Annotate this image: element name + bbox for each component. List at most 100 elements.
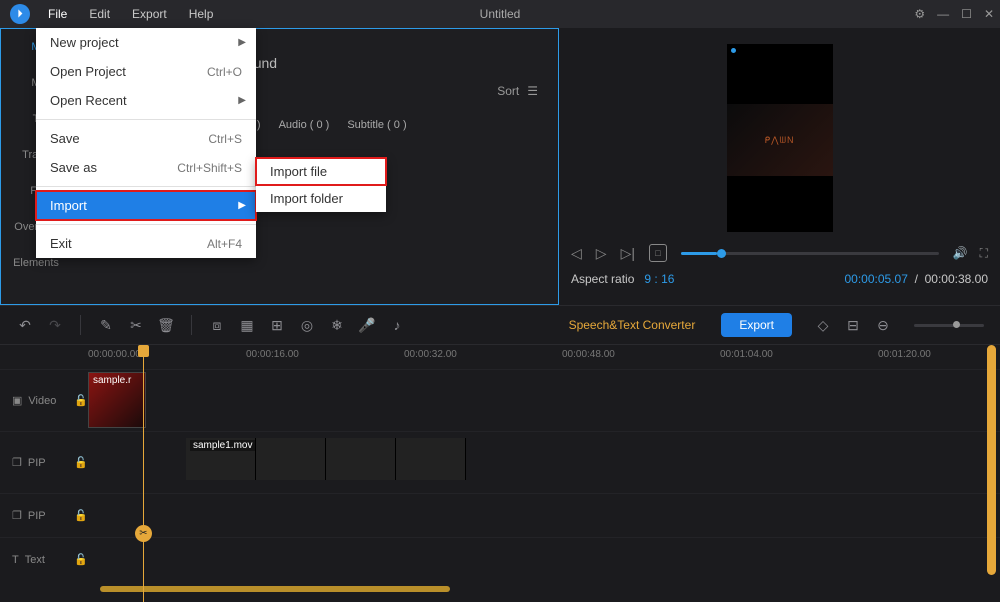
zoom-out-button[interactable]: ⊖ bbox=[874, 316, 892, 334]
menu-label: Open Recent bbox=[50, 93, 127, 108]
horizontal-scrollbar[interactable] bbox=[100, 586, 450, 592]
seek-fill bbox=[681, 252, 717, 255]
shortcut: Ctrl+O bbox=[207, 65, 242, 79]
ruler-tick: 00:01:20.00 bbox=[878, 349, 931, 360]
fullscreen-icon[interactable]: ⛶ bbox=[980, 246, 988, 261]
shortcut: Ctrl+Shift+S bbox=[177, 161, 242, 175]
timeline-clip-pip[interactable]: sample1.mov bbox=[186, 438, 466, 480]
play-button[interactable]: ▷ bbox=[596, 245, 607, 262]
sort-label: Sort bbox=[497, 84, 519, 98]
seek-bar[interactable] bbox=[681, 252, 939, 255]
app-logo-icon: ⏵ bbox=[10, 4, 30, 24]
cut-button[interactable]: ✂ bbox=[127, 316, 145, 334]
mosaic-button[interactable]: ▦ bbox=[238, 316, 256, 334]
menu-separator bbox=[36, 186, 256, 187]
menu-help[interactable]: Help bbox=[179, 3, 224, 25]
freeze-button[interactable]: ❄ bbox=[328, 316, 346, 334]
prev-frame-button[interactable]: ◁ bbox=[571, 245, 582, 262]
menu-open-recent[interactable]: Open Recent▶ bbox=[36, 86, 256, 115]
menu-exit[interactable]: Exit Alt+F4 bbox=[36, 229, 256, 258]
seek-thumb[interactable] bbox=[717, 249, 726, 258]
playhead-scissors-icon[interactable]: ✂ bbox=[135, 525, 152, 542]
split-screen-button[interactable]: ⊞ bbox=[268, 316, 286, 334]
preview-panel: ᑭ⋀ᗯN ◁ ▷ ▷| □ 🔊 ⛶ Aspect ratio 9 : 16 00… bbox=[559, 28, 1000, 305]
preview-viewport[interactable]: ᑭ⋀ᗯN bbox=[727, 44, 833, 232]
track-head: ❐ PIP bbox=[0, 509, 70, 522]
settings-icon[interactable]: ⚙ bbox=[914, 7, 925, 21]
track-head: T Text bbox=[0, 554, 70, 566]
track-head: ❐ PIP bbox=[0, 456, 70, 469]
menu-export[interactable]: Export bbox=[122, 3, 177, 25]
menu-import[interactable]: Import▶ bbox=[36, 191, 256, 220]
time-current: 00:00:05.07 bbox=[845, 272, 908, 286]
speech-text-converter-link[interactable]: Speech&Text Converter bbox=[569, 318, 696, 332]
clip-thumbnail bbox=[396, 438, 466, 480]
import-submenu: Import file Import folder bbox=[256, 158, 386, 212]
playhead[interactable]: ✂ bbox=[143, 345, 144, 602]
lock-icon[interactable]: 🔓 bbox=[74, 394, 86, 407]
redo-button[interactable]: ↷ bbox=[46, 316, 64, 334]
ruler-tick: 00:00:48.00 bbox=[562, 349, 615, 360]
maximize-icon[interactable]: ☐ bbox=[961, 7, 972, 21]
menu-import-folder[interactable]: Import folder bbox=[256, 185, 386, 212]
lock-icon[interactable]: 🔓 bbox=[74, 509, 86, 522]
menu-label: Exit bbox=[50, 236, 72, 251]
marker-button[interactable]: ◇ bbox=[814, 316, 832, 334]
lock-icon[interactable]: 🔓 bbox=[74, 456, 86, 469]
pip-track-icon: ❐ bbox=[12, 509, 22, 522]
minimize-icon[interactable]: — bbox=[937, 7, 949, 21]
menu-save-as[interactable]: Save as Ctrl+Shift+S bbox=[36, 153, 256, 182]
ruler-tick: 00:00:32.00 bbox=[404, 349, 457, 360]
menu-open-project[interactable]: Open ProjectCtrl+O bbox=[36, 57, 256, 86]
menu-import-file[interactable]: Import file bbox=[256, 158, 386, 185]
video-track-icon: ▣ bbox=[12, 394, 22, 407]
time-ruler[interactable]: 00:00:00.00 00:00:16.00 00:00:32.00 00:0… bbox=[88, 345, 1000, 369]
aspect-label: Aspect ratio bbox=[571, 272, 634, 286]
next-frame-button[interactable]: ▷| bbox=[621, 245, 635, 262]
close-icon[interactable]: ✕ bbox=[984, 7, 994, 21]
title-bar: ⏵ File Edit Export Help Untitled ⚙ — ☐ ✕ bbox=[0, 0, 1000, 28]
link-button[interactable]: ⊟ bbox=[844, 316, 862, 334]
menu-bar: File Edit Export Help bbox=[38, 3, 223, 25]
sort-control[interactable]: Sort ☰ bbox=[497, 84, 538, 98]
menu-edit[interactable]: Edit bbox=[79, 3, 120, 25]
audio-detach-button[interactable]: ♪ bbox=[388, 316, 406, 334]
zoom-thumb[interactable] bbox=[953, 321, 960, 328]
delete-button[interactable]: 🗑 bbox=[157, 316, 175, 334]
vertical-scrollbar[interactable] bbox=[987, 345, 996, 575]
menu-new-project[interactable]: New project▶ bbox=[36, 28, 256, 57]
edit-button[interactable]: ✎ bbox=[97, 316, 115, 334]
menu-label: Save bbox=[50, 131, 80, 146]
undo-button[interactable]: ↶ bbox=[16, 316, 34, 334]
zoom-slider[interactable] bbox=[914, 324, 984, 327]
player-controls: ◁ ▷ ▷| □ 🔊 ⛶ bbox=[571, 244, 988, 262]
track-video[interactable]: ▣ Video 🔓 sample.r bbox=[0, 369, 1000, 431]
crop-button[interactable]: ⧈ bbox=[208, 316, 226, 334]
track-label: Text bbox=[25, 554, 45, 566]
aspect-ratio-value[interactable]: 9 : 16 bbox=[644, 272, 674, 286]
menu-save[interactable]: SaveCtrl+S bbox=[36, 124, 256, 153]
shortcut: Alt+F4 bbox=[207, 237, 242, 251]
ruler-tick: 00:00:00.00 bbox=[88, 349, 141, 360]
editing-toolbar: ↶ ↷ ✎ ✂ 🗑 ⧈ ▦ ⊞ ◎ ❄ 🎤 ♪ Speech&Text Conv… bbox=[0, 305, 1000, 345]
menu-file[interactable]: File bbox=[38, 3, 77, 25]
list-icon: ☰ bbox=[527, 84, 538, 98]
track-pip[interactable]: ❐ PIP 🔓 sample1.mov bbox=[0, 431, 1000, 493]
toolbar-divider bbox=[80, 315, 81, 335]
snapshot-button[interactable]: ◎ bbox=[298, 316, 316, 334]
clip-label: sample1.mov bbox=[190, 440, 255, 451]
lock-icon[interactable]: 🔓 bbox=[74, 553, 86, 566]
track-text[interactable]: T Text 🔓 bbox=[0, 537, 1000, 581]
playhead-cap[interactable] bbox=[138, 345, 149, 357]
timeline-clip-video[interactable]: sample.r bbox=[88, 372, 146, 428]
export-button[interactable]: Export bbox=[721, 313, 792, 337]
menu-label: Save as bbox=[50, 160, 97, 175]
clip-thumbnail bbox=[256, 438, 326, 480]
pip-track-icon: ❐ bbox=[12, 456, 22, 469]
track-label: PIP bbox=[28, 457, 46, 469]
count-subtitle: Subtitle ( 0 ) bbox=[347, 119, 406, 131]
stop-button[interactable]: □ bbox=[649, 244, 667, 262]
volume-icon[interactable]: 🔊 bbox=[953, 246, 968, 261]
voiceover-button[interactable]: 🎤 bbox=[358, 316, 376, 334]
ruler-tick: 00:00:16.00 bbox=[246, 349, 299, 360]
